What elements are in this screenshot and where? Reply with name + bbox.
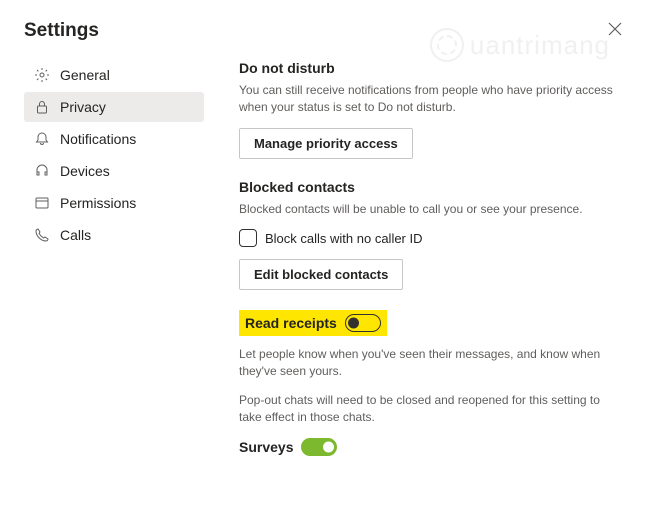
bell-icon [34,131,50,147]
sidebar-item-general[interactable]: General [24,60,204,90]
sidebar-item-label: Calls [60,227,91,243]
block-no-caller-id-row[interactable]: Block calls with no caller ID [239,229,616,247]
sidebar-item-label: Privacy [60,99,106,115]
surveys-row: Surveys [239,438,337,456]
manage-priority-access-button[interactable]: Manage priority access [239,128,413,159]
sidebar-item-privacy[interactable]: Privacy [24,92,204,122]
read-receipts-desc1: Let people know when you've seen their m… [239,346,616,380]
sidebar-item-label: Devices [60,163,110,179]
toggle-knob-icon [323,441,334,452]
sidebar-item-label: Notifications [60,131,136,147]
surveys-toggle[interactable] [301,438,337,456]
sidebar-item-permissions[interactable]: Permissions [24,188,204,218]
gear-icon [34,67,50,83]
close-button[interactable] [604,20,626,42]
read-receipts-toggle[interactable] [345,314,381,332]
sidebar-item-devices[interactable]: Devices [24,156,204,186]
dnd-description: You can still receive notifications from… [239,82,616,116]
lock-icon [34,99,50,115]
read-receipts-desc2: Pop-out chats will need to be closed and… [239,392,616,426]
sidebar-item-notifications[interactable]: Notifications [24,124,204,154]
toggle-knob-icon [348,318,359,329]
blocked-description: Blocked contacts will be unable to call … [239,201,616,218]
page-title: Settings [24,20,99,42]
read-receipts-heading: Read receipts [245,315,337,331]
edit-blocked-contacts-button[interactable]: Edit blocked contacts [239,259,403,290]
content-panel: Do not disturb You can still receive not… [204,60,626,514]
checkbox-unchecked-icon[interactable] [239,229,257,247]
close-icon [608,22,622,36]
permissions-icon [34,195,50,211]
block-no-caller-id-label: Block calls with no caller ID [265,231,423,246]
sidebar-item-label: General [60,67,110,83]
sidebar-item-label: Permissions [60,195,136,211]
read-receipts-highlight: Read receipts [239,310,387,336]
sidebar-item-calls[interactable]: Calls [24,220,204,250]
headset-icon [34,163,50,179]
blocked-heading: Blocked contacts [239,179,616,195]
phone-icon [34,227,50,243]
dnd-heading: Do not disturb [239,60,616,76]
sidebar: General Privacy Notifications Devices [24,60,204,514]
surveys-heading: Surveys [239,439,293,455]
